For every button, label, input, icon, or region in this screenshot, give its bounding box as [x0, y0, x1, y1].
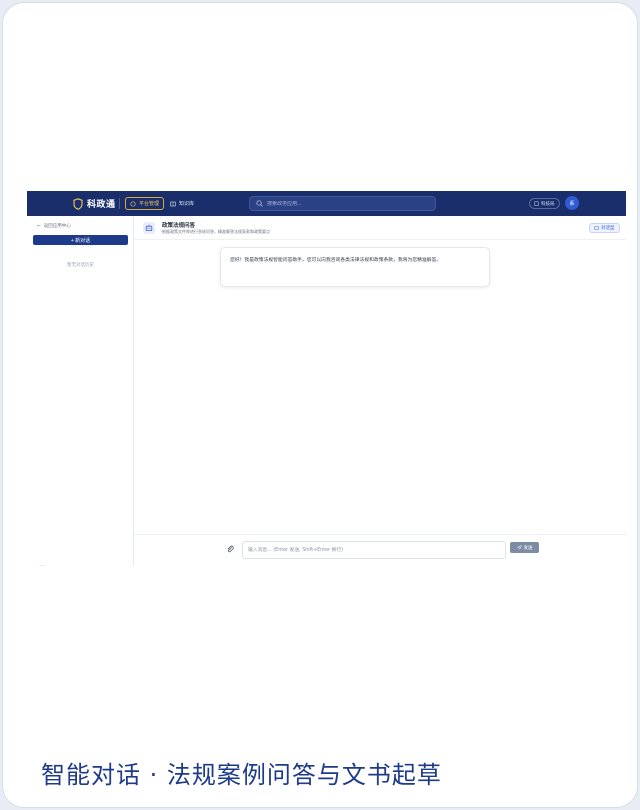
feature-caption: 智能对话 · 法规案例问答与文书起草	[41, 761, 442, 789]
search-icon	[256, 200, 263, 207]
app-screenshot: 科政通 平台管理 知识库 搜索政务应用... 科技局 系 ← 返回应用中心 + …	[27, 191, 626, 566]
top-navbar: 科政通 平台管理 知识库 搜索政务应用... 科技局 系	[27, 191, 626, 216]
chat-type-badge: 对话型	[589, 223, 620, 233]
message-icon	[594, 225, 599, 230]
showcase-card: 科政通 平台管理 知识库 搜索政务应用... 科技局 系 ← 返回应用中心 + …	[2, 2, 638, 808]
message-input[interactable]	[242, 541, 506, 559]
send-button[interactable]: 发送	[510, 542, 539, 553]
chat-title: 政策法规问答	[162, 223, 196, 229]
tab-knowledge-base[interactable]: 知识库	[166, 197, 198, 210]
chat-header: 政策法规问答 根据政策文件库进行多轮问答，精准解答法规条款和政策要点 对话型	[134, 216, 626, 240]
department-button[interactable]: 科技局	[529, 198, 560, 209]
shield-icon	[73, 197, 83, 210]
search-input[interactable]	[267, 200, 427, 207]
empty-history-text: 暂无对话历史	[67, 263, 94, 268]
message-composer: 发送	[134, 534, 626, 566]
paperclip-icon[interactable]	[226, 545, 234, 553]
building-icon	[534, 201, 539, 206]
department-label: 科技局	[541, 201, 555, 207]
settings-icon	[130, 200, 136, 207]
sidebar: ← 返回应用中心 + 新对话 暂无对话历史 N	[27, 216, 134, 566]
tab-platform-management[interactable]: 平台管理	[125, 197, 165, 210]
tab-label: 知识库	[179, 201, 195, 207]
brand[interactable]: 科政通	[73, 197, 116, 210]
chat-subtitle: 根据政策文件库进行多轮问答，精准解答法规条款和政策要点	[162, 229, 270, 234]
send-label: 发送	[523, 544, 533, 550]
chat-main: 政策法规问答 根据政策文件库进行多轮问答，精准解答法规条款和政策要点 对话型 您…	[134, 216, 626, 566]
send-icon	[516, 545, 522, 550]
tab-label: 平台管理	[139, 201, 160, 207]
assistant-message: 您好！我是政策法规智能问答助手。您可以向我咨询各类法律法规和政策条款，我将为您精…	[220, 247, 490, 287]
global-search[interactable]	[249, 196, 436, 211]
nav-divider	[119, 198, 120, 209]
new-chat-button[interactable]: + 新对话	[33, 235, 128, 245]
bot-icon	[143, 222, 155, 234]
brand-name: 科政通	[87, 200, 116, 210]
back-to-app-center-link[interactable]: ← 返回应用中心	[37, 223, 71, 230]
back-label: 返回应用中心	[43, 224, 71, 229]
badge-label: 对话型	[601, 226, 615, 231]
user-avatar[interactable]: 系	[565, 196, 579, 210]
book-icon	[170, 201, 176, 206]
arrow-left-icon: ←	[37, 223, 41, 229]
